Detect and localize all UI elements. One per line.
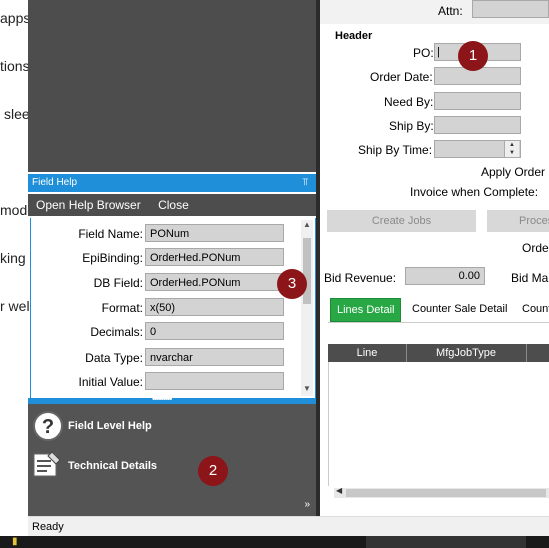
need-by-label: Need By: bbox=[384, 95, 434, 109]
epibinding-label: EpiBinding: bbox=[82, 251, 143, 265]
field-help-titlebar: Field Help ⫪ bbox=[28, 174, 316, 192]
bg-text-6: r wel bbox=[0, 298, 30, 314]
folder-icon[interactable]: ▮ bbox=[12, 536, 32, 548]
data-type-value[interactable]: nvarchar bbox=[145, 348, 284, 366]
initial-value-value[interactable] bbox=[145, 372, 284, 390]
field-name-label: Field Name: bbox=[78, 227, 143, 241]
spinner-icon[interactable]: ▲ ▼ bbox=[504, 141, 519, 157]
field-row: Decimals: 0 bbox=[31, 322, 301, 342]
epibinding-value[interactable]: OrderHed.PONum bbox=[145, 248, 284, 266]
expand-icon[interactable]: » bbox=[304, 499, 310, 510]
invoice-when-complete-label: Invoice when Complete: bbox=[410, 185, 539, 199]
ship-by-time-input[interactable]: ▲ ▼ bbox=[434, 140, 521, 158]
scroll-up-icon[interactable]: ▲ bbox=[301, 220, 313, 232]
need-by-input[interactable] bbox=[434, 92, 521, 110]
status-text: Ready bbox=[32, 521, 64, 533]
question-icon: ? bbox=[33, 411, 63, 441]
process-button[interactable]: Proces bbox=[487, 210, 549, 232]
field-help-properties: Field Name: PONum EpiBinding: OrderHed.P… bbox=[30, 218, 316, 398]
field-row: Data Type: nvarchar bbox=[31, 348, 301, 368]
taskbar-item[interactable] bbox=[366, 536, 526, 548]
field-row: EpiBinding: OrderHed.PONum bbox=[31, 248, 301, 268]
tab-lines-detail[interactable]: Lines Detail bbox=[330, 298, 402, 322]
tab-counter-sale-detail[interactable]: Counter Sale Detail bbox=[406, 298, 513, 320]
apply-order-label: Apply Order I bbox=[481, 165, 549, 179]
callout-marker-1: 1 bbox=[458, 41, 488, 71]
create-jobs-button[interactable]: Create Jobs bbox=[327, 210, 476, 232]
decimals-value[interactable]: 0 bbox=[145, 322, 284, 340]
header-section-title: Header bbox=[335, 30, 373, 42]
initial-value-label: Initial Value: bbox=[78, 375, 143, 389]
callout-marker-3: 3 bbox=[277, 269, 307, 299]
technical-details-link[interactable]: Technical Details bbox=[68, 460, 157, 472]
column-header-line[interactable]: Line bbox=[328, 344, 406, 362]
grid-toolbar bbox=[328, 322, 549, 345]
tab-count[interactable]: Count bbox=[516, 298, 549, 320]
status-bar: Ready bbox=[28, 516, 549, 537]
field-help-menu: Open Help Browser Close bbox=[28, 194, 316, 216]
detail-tabs: Lines Detail Counter Sale Detail Count bbox=[328, 298, 549, 322]
technical-details-icon bbox=[33, 451, 61, 477]
bid-revenue-label: Bid Revenue: bbox=[324, 271, 397, 285]
ship-by-time-label: Ship By Time: bbox=[358, 143, 433, 157]
field-level-help-link[interactable]: Field Level Help bbox=[68, 420, 152, 432]
field-help-links-panel: ? Field Level Help Technical Details » bbox=[28, 404, 316, 516]
order-label: Orde bbox=[522, 241, 549, 255]
dark-panel bbox=[28, 0, 316, 172]
scroll-down-icon[interactable]: ▼ bbox=[301, 384, 313, 396]
field-row: Format: x(50) bbox=[31, 298, 301, 318]
pin-icon[interactable]: ⫪ bbox=[302, 174, 308, 192]
callout-marker-2: 2 bbox=[198, 456, 228, 486]
horizontal-scrollbar[interactable]: ◀ bbox=[334, 486, 549, 498]
attn-row: Attn: bbox=[320, 0, 549, 24]
db-field-value[interactable]: OrderHed.PONum bbox=[145, 273, 284, 291]
format-label: Format: bbox=[101, 301, 143, 315]
field-help-title: Field Help bbox=[32, 177, 78, 188]
grid-body bbox=[328, 362, 549, 486]
db-field-label: DB Field: bbox=[93, 276, 143, 290]
grid-header: Line MfgJobType bbox=[328, 344, 549, 362]
data-type-label: Data Type: bbox=[85, 351, 143, 365]
vertical-scrollbar[interactable]: ▲ ▼ bbox=[301, 220, 313, 396]
field-row: Initial Value: bbox=[31, 372, 301, 392]
scroll-thumb[interactable] bbox=[346, 489, 546, 497]
format-value[interactable]: x(50) bbox=[145, 298, 284, 316]
close-button[interactable]: Close bbox=[158, 194, 189, 216]
taskbar: ▮ bbox=[0, 536, 549, 548]
bg-text-2: tions bbox=[0, 58, 30, 74]
bg-text-3: slee bbox=[4, 106, 30, 122]
scroll-left-icon[interactable]: ◀ bbox=[336, 486, 342, 495]
po-label: PO: bbox=[413, 46, 434, 60]
svg-text:?: ? bbox=[42, 416, 54, 438]
attn-label: Attn: bbox=[438, 4, 463, 18]
order-date-label: Order Date: bbox=[370, 70, 433, 84]
ship-by-label: Ship By: bbox=[389, 119, 434, 133]
field-name-value[interactable]: PONum bbox=[145, 224, 284, 242]
ship-by-input[interactable] bbox=[434, 116, 521, 134]
bid-revenue-input[interactable]: 0.00 bbox=[405, 267, 485, 285]
scroll-thumb[interactable] bbox=[303, 238, 311, 304]
field-row: Field Name: PONum bbox=[31, 224, 301, 244]
attn-input[interactable] bbox=[472, 0, 549, 18]
open-help-browser-button[interactable]: Open Help Browser bbox=[36, 194, 141, 216]
bg-text-1: apps bbox=[0, 10, 31, 26]
column-header-mfgjobtype[interactable]: MfgJobType bbox=[406, 344, 527, 362]
field-row: DB Field: OrderHed.PONum bbox=[31, 273, 301, 293]
bid-margin-label: Bid Ma bbox=[511, 271, 549, 285]
decimals-label: Decimals: bbox=[90, 325, 143, 339]
bg-text-5: king bbox=[0, 250, 26, 266]
